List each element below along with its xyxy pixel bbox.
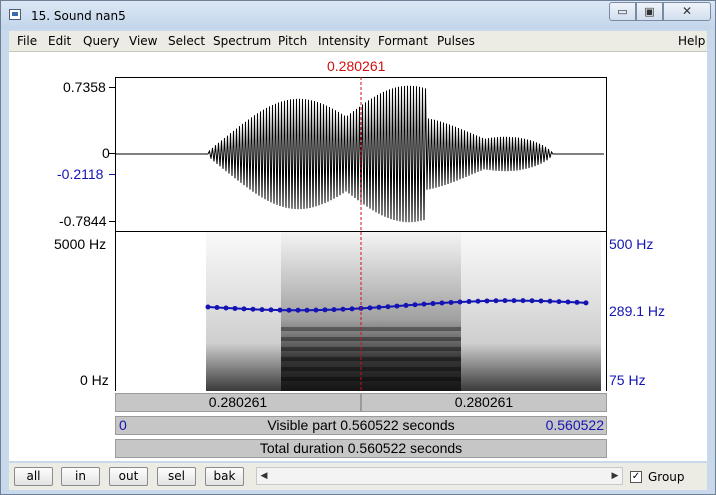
visible-end-label: 0.560522 <box>545 417 604 433</box>
menu-help[interactable]: Help <box>678 34 705 48</box>
menu-bar: File Edit Query View Select Spectrum Pit… <box>9 31 707 52</box>
scroll-right-icon[interactable]: ▶ <box>608 468 622 484</box>
waveform-cursor-value-label: -0.2118 <box>57 166 104 182</box>
minimize-button[interactable]: ▭ <box>609 2 636 21</box>
title-bar[interactable]: 15. Sound nan5 ▭ ▣ ✕ <box>1 1 715 29</box>
waveform-max-label: 0.7358 <box>63 79 106 95</box>
maximize-button[interactable]: ▣ <box>636 2 663 21</box>
menu-query[interactable]: Query <box>83 34 119 48</box>
visible-part-panel[interactable]: 0 Visible part 0.560522 seconds 0.560522 <box>115 416 607 435</box>
menu-file[interactable]: File <box>17 34 37 48</box>
zoom-in-button[interactable]: in <box>61 467 100 486</box>
menu-view[interactable]: View <box>129 34 157 48</box>
praat-window-icon <box>9 9 21 20</box>
pitch-cursor-label: 289.1 Hz <box>609 303 666 319</box>
zoom-back-button[interactable]: bak <box>205 467 244 486</box>
spectrogram-bottom-label: 0 Hz <box>80 372 109 388</box>
menu-pitch[interactable]: Pitch <box>278 34 307 48</box>
waveform-min-label: -0.7844 <box>59 213 107 229</box>
horizontal-scrollbar[interactable]: ◀ ▶ <box>256 467 623 485</box>
group-label: Group <box>648 470 685 484</box>
menu-intensity[interactable]: Intensity <box>318 34 370 48</box>
spectrogram-top-label: 5000 Hz <box>54 236 107 252</box>
visible-part-label: Visible part 0.560522 seconds <box>267 417 455 433</box>
scroll-left-icon[interactable]: ◀ <box>257 468 271 484</box>
time-panel-right[interactable]: 0.280261 <box>361 393 607 412</box>
praat-sound-window: 15. Sound nan5 ▭ ▣ ✕ File Edit Query Vie… <box>0 0 716 495</box>
menu-spectrum[interactable]: Spectrum <box>213 34 271 48</box>
pitch-top-label: 500 Hz <box>609 236 654 252</box>
group-checkbox[interactable]: ✓ <box>630 471 642 483</box>
total-duration-panel[interactable]: Total duration 0.560522 seconds <box>115 439 607 458</box>
zoom-selection-button[interactable]: sel <box>157 467 196 486</box>
menu-formant[interactable]: Formant <box>378 34 428 48</box>
menu-pulses[interactable]: Pulses <box>437 34 475 48</box>
window-title: 15. Sound nan5 <box>31 9 126 23</box>
zoom-all-button[interactable]: all <box>14 467 53 486</box>
pitch-bottom-label: 75 Hz <box>609 372 646 388</box>
cursor-overlay <box>360 77 362 391</box>
close-button[interactable]: ✕ <box>663 2 711 21</box>
time-panel-left[interactable]: 0.280261 <box>115 393 361 412</box>
cursor-time-label: 0.280261 <box>327 58 386 74</box>
visible-start-label: 0 <box>119 417 127 433</box>
menu-select[interactable]: Select <box>168 34 205 48</box>
zoom-out-button[interactable]: out <box>109 467 148 486</box>
menu-edit[interactable]: Edit <box>48 34 71 48</box>
